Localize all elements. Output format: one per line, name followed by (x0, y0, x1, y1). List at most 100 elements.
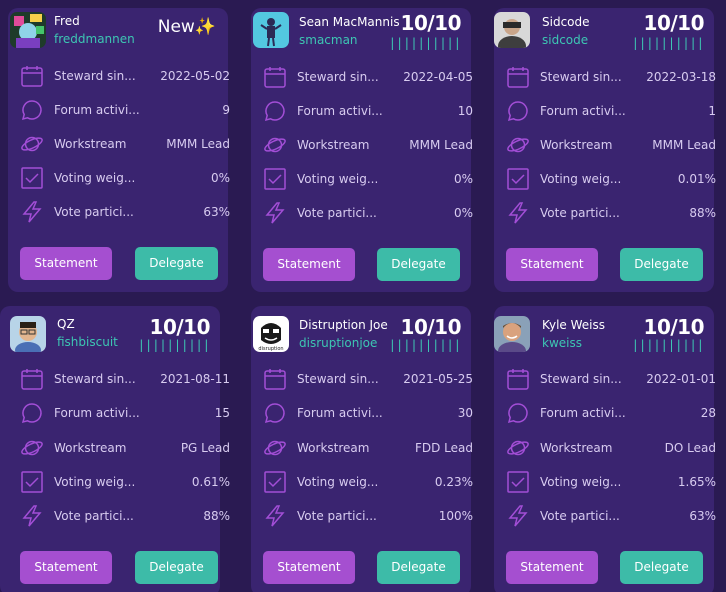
steward-handle[interactable]: disruptionjoe (299, 336, 377, 350)
forum-activity-row: Forum activi... 1 (506, 99, 716, 125)
workstream-row: Workstream MMM Lead (263, 133, 473, 159)
steward-name: Sidcode (542, 15, 590, 29)
checkbox-icon (21, 471, 43, 493)
avatar[interactable] (253, 12, 289, 48)
delegate-button[interactable]: Delegate (620, 551, 703, 584)
voting-weight-label: Voting weig... (540, 475, 622, 489)
workstream-label: Workstream (54, 441, 127, 455)
steward-handle[interactable]: fishbiscuit (57, 335, 118, 349)
planet-icon (21, 440, 43, 456)
forum-activity-label: Forum activi... (540, 406, 626, 420)
forum-activity-label: Forum activi... (54, 406, 140, 420)
card-header: Kyle Weiss kweiss 10/10 |||||||||| (494, 306, 714, 358)
avatar[interactable] (10, 316, 46, 352)
forum-activity-row: Forum activi... 28 (506, 401, 716, 427)
vote-participation-row: Vote partici... 63% (20, 200, 230, 226)
forum-activity-value: 15 (214, 406, 230, 420)
steward-since-row: Steward sin... 2022-01-01 (506, 367, 716, 393)
delegate-button[interactable]: Delegate (135, 247, 218, 280)
vote-participation-label: Vote partici... (297, 509, 377, 523)
statement-button[interactable]: Statement (20, 247, 112, 280)
steward-handle[interactable]: smacman (299, 33, 358, 47)
chat-bubble-icon (264, 101, 285, 122)
steward-handle[interactable]: kweiss (542, 336, 582, 350)
steward-since-value: 2022-01-01 (646, 372, 716, 386)
avatar-caption: disruption (258, 346, 283, 352)
vote-participation-row: Vote partici... 88% (20, 504, 230, 530)
delegate-button[interactable]: Delegate (135, 551, 218, 584)
vote-participation-value: 88% (689, 206, 716, 220)
checkbox-icon (507, 471, 529, 493)
steward-since-value: 2022-04-05 (403, 70, 473, 84)
vote-participation-value: 100% (438, 509, 473, 523)
planet-icon (264, 440, 286, 456)
delegate-button[interactable]: Delegate (620, 248, 703, 281)
lightning-icon (22, 201, 42, 223)
voting-weight-row: Voting weig... 0.01% (506, 167, 716, 193)
statement-button[interactable]: Statement (263, 551, 355, 584)
voting-weight-value: 1.65% (677, 475, 716, 489)
steward-since-value: 2021-08-11 (160, 372, 230, 386)
voting-weight-value: 0.23% (434, 475, 473, 489)
workstream-row: Workstream FDD Lead (263, 436, 473, 462)
voting-weight-label: Voting weig... (297, 475, 379, 489)
statement-button[interactable]: Statement (263, 248, 355, 281)
steward-since-row: Steward sin... 2022-04-05 (263, 65, 473, 91)
steward-since-label: Steward sin... (54, 69, 136, 83)
steward-name: Distruption Joe (299, 318, 388, 332)
workstream-label: Workstream (540, 138, 613, 152)
score-bars: |||||||||| (631, 338, 704, 352)
steward-since-row: Steward sin... 2021-08-11 (20, 367, 230, 393)
statement-button[interactable]: Statement (20, 551, 112, 584)
forum-activity-label: Forum activi... (297, 104, 383, 118)
delegate-button[interactable]: Delegate (377, 551, 460, 584)
lightning-icon (265, 202, 285, 224)
score-bars: |||||||||| (388, 338, 461, 352)
workstream-value: PG Lead (180, 441, 230, 455)
statement-button[interactable]: Statement (506, 248, 598, 281)
vote-participation-row: Vote partici... 100% (263, 504, 473, 530)
lightning-icon (508, 202, 528, 224)
voting-weight-value: 0.61% (191, 475, 230, 489)
steward-score: 10/10 (149, 315, 211, 339)
lightning-icon (265, 505, 285, 527)
steward-handle[interactable]: sidcode (542, 33, 588, 47)
score-bars: |||||||||| (631, 36, 704, 50)
steward-name: Fred (54, 14, 80, 28)
card-header: Fred freddmannen New✨ (8, 8, 228, 60)
forum-activity-label: Forum activi... (297, 406, 383, 420)
steward-name: Sean MacMannis (299, 15, 400, 29)
steward-since-row: Steward sin... 2022-03-18 (506, 65, 716, 91)
workstream-row: Workstream MMM Lead (506, 133, 716, 159)
voting-weight-value: 0% (453, 172, 473, 186)
checkbox-icon (21, 167, 43, 189)
steward-card: disruption Distruption Joe disruptionjoe… (251, 306, 473, 592)
score-bars: |||||||||| (137, 338, 210, 352)
workstream-row: Workstream DO Lead (506, 436, 716, 462)
steward-since-label: Steward sin... (297, 70, 379, 84)
workstream-value: MMM Lead (652, 138, 716, 152)
steward-handle[interactable]: freddmannen (54, 32, 135, 46)
statement-button[interactable]: Statement (506, 551, 598, 584)
score-bars: |||||||||| (388, 36, 461, 50)
voting-weight-label: Voting weig... (54, 171, 136, 185)
chat-bubble-icon (21, 403, 42, 424)
lightning-icon (508, 505, 528, 527)
avatar[interactable] (494, 12, 530, 48)
avatar[interactable] (494, 316, 530, 352)
forum-activity-value: 10 (457, 104, 473, 118)
voting-weight-label: Voting weig... (540, 172, 622, 186)
forum-activity-row: Forum activi... 30 (263, 401, 473, 427)
steward-name: Kyle Weiss (542, 318, 606, 332)
vote-participation-value: 88% (203, 509, 230, 523)
lightning-icon (22, 505, 42, 527)
workstream-value: MMM Lead (166, 137, 230, 151)
avatar[interactable] (10, 12, 46, 48)
delegate-button[interactable]: Delegate (377, 248, 460, 281)
steward-card: Kyle Weiss kweiss 10/10 |||||||||| Stewa… (494, 306, 716, 592)
vote-participation-label: Vote partici... (297, 206, 377, 220)
avatar[interactable]: disruption (253, 316, 289, 352)
card-header: Sidcode sidcode 10/10 |||||||||| (494, 8, 714, 60)
forum-activity-row: Forum activi... 9 (20, 98, 230, 124)
chat-bubble-icon (21, 100, 42, 121)
